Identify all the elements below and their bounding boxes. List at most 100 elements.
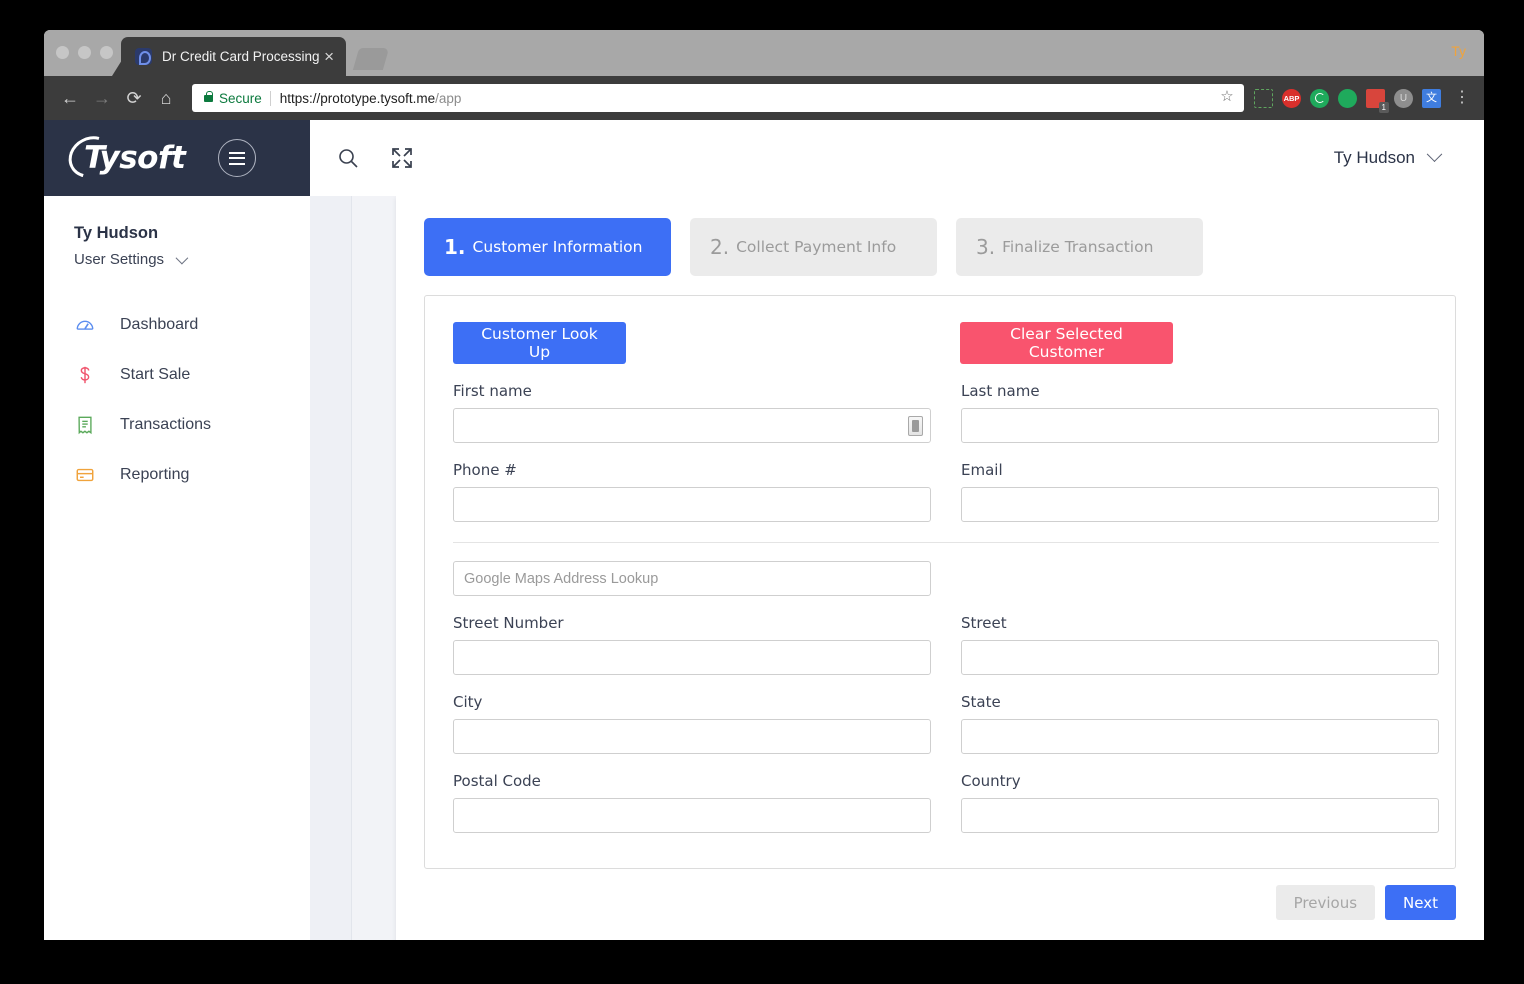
email-input[interactable]: [961, 487, 1439, 522]
sidebar-item-label: Reporting: [120, 466, 190, 483]
browser-tab[interactable]: Dr Credit Card Processing ×: [121, 37, 346, 76]
reload-button[interactable]: ⟳: [118, 82, 150, 114]
close-window-button[interactable]: [56, 46, 69, 59]
ublock-icon[interactable]: [1394, 88, 1413, 108]
postal-code-input[interactable]: [453, 798, 931, 833]
new-tab-button[interactable]: [352, 48, 390, 70]
autofill-contact-icon[interactable]: [908, 416, 923, 436]
tab-collect-payment-info[interactable]: 2. Collect Payment Info: [690, 218, 937, 276]
minimize-window-button[interactable]: [78, 46, 91, 59]
state-input[interactable]: [961, 719, 1439, 754]
header-actions: [336, 146, 414, 170]
close-tab-icon[interactable]: ×: [320, 48, 338, 65]
window-traffic-lights[interactable]: [56, 46, 113, 59]
user-settings-toggle[interactable]: User Settings: [74, 251, 310, 268]
credit-card-icon: [74, 464, 96, 486]
omnibox-divider: [269, 90, 271, 106]
form-action-buttons: Customer Look Up Clear Selected Customer: [453, 322, 1427, 364]
adblock-plus-icon[interactable]: ABP: [1282, 88, 1301, 108]
city-label: City: [453, 693, 483, 711]
field-city: City: [453, 693, 931, 754]
step-number: 2.: [710, 235, 730, 259]
last-name-input[interactable]: [961, 408, 1439, 443]
first-name-input[interactable]: [453, 408, 931, 443]
tab-finalize-transaction[interactable]: 3. Finalize Transaction: [956, 218, 1203, 276]
step-number: 1.: [444, 235, 466, 259]
sidebar-item-reporting[interactable]: Reporting: [44, 450, 310, 500]
expand-icon[interactable]: [390, 146, 414, 170]
next-button[interactable]: Next: [1385, 885, 1456, 920]
previous-button[interactable]: Previous: [1275, 885, 1376, 920]
step-label: Finalize Transaction: [1002, 238, 1154, 256]
ghostery-icon[interactable]: [1310, 88, 1329, 108]
extension-badge-count: 1: [1378, 101, 1389, 113]
red-extension-icon[interactable]: 1: [1366, 88, 1389, 113]
state-label: State: [961, 693, 1001, 711]
maximize-window-button[interactable]: [100, 46, 113, 59]
cast-icon[interactable]: [1254, 88, 1273, 108]
forward-button[interactable]: →: [86, 82, 118, 114]
address-bar[interactable]: Secure https://prototype.tysoft.me /app …: [192, 84, 1244, 112]
google-translate-icon[interactable]: [1422, 88, 1441, 108]
search-icon[interactable]: [336, 146, 360, 170]
grid-spacer: [961, 561, 1439, 596]
user-menu-label: Ty Hudson: [1333, 148, 1415, 167]
field-country: Country: [961, 772, 1439, 833]
last-name-label: Last name: [961, 382, 1040, 400]
postal-code-label: Postal Code: [453, 772, 541, 790]
sidebar-item-label: Start Sale: [120, 366, 191, 383]
field-maps-lookup: Google Maps Address Lookup: [453, 561, 931, 596]
grid-spacer: [931, 614, 961, 675]
customer-lookup-button[interactable]: Customer Look Up: [453, 322, 626, 364]
brand-area: Tysoft: [44, 120, 310, 196]
sidebar-item-transactions[interactable]: Transactions: [44, 400, 310, 450]
row-spacer: [453, 596, 1439, 614]
street-input[interactable]: [961, 640, 1439, 675]
sidebar-item-dashboard[interactable]: Dashboard: [44, 300, 310, 350]
street-number-label: Street Number: [453, 614, 564, 632]
chevron-down-icon: [1426, 145, 1443, 162]
home-button[interactable]: ⌂: [150, 82, 182, 114]
field-street: Street: [961, 614, 1439, 675]
chevron-down-icon: [175, 251, 189, 265]
browser-menu-icon[interactable]: ⋮: [1450, 90, 1474, 106]
user-settings-label: User Settings: [74, 251, 165, 268]
sidebar-item-start-sale[interactable]: Start Sale: [44, 350, 310, 400]
clear-selected-customer-button[interactable]: Clear Selected Customer: [960, 322, 1173, 364]
field-first-name: First name: [453, 382, 931, 443]
tysoft-logo[interactable]: Tysoft: [61, 128, 200, 186]
country-input[interactable]: [961, 798, 1439, 833]
window-user-label: Ty: [1451, 43, 1466, 59]
field-last-name: Last name: [961, 382, 1439, 443]
sidebar-user-name: Ty Hudson: [74, 224, 159, 242]
phone-input[interactable]: [453, 487, 931, 522]
form-field-grid: First name Last name Phone # Email Googl…: [453, 382, 1439, 833]
row-spacer: [453, 675, 1439, 693]
field-phone: Phone #: [453, 461, 931, 522]
street-number-input[interactable]: [453, 640, 931, 675]
sidebar-user-block: Ty Hudson User Settings: [44, 224, 310, 268]
pin-icon[interactable]: [1338, 88, 1357, 108]
browser-toolbar: ← → ⟳ ⌂ Secure https://prototype.tysoft.…: [44, 76, 1484, 120]
country-label: Country: [961, 772, 1021, 790]
user-menu[interactable]: Ty Hudson: [1333, 145, 1443, 168]
app-favicon-icon: [135, 48, 152, 65]
sidebar-item-label: Dashboard: [120, 316, 199, 333]
back-button[interactable]: ←: [54, 82, 86, 114]
row-spacer: [453, 443, 1439, 461]
email-label: Email: [961, 461, 1003, 479]
street-label: Street: [961, 614, 1007, 632]
logo-text: Tysoft: [84, 140, 186, 176]
menu-icon[interactable]: [218, 139, 256, 177]
main-content: 1. Customer Information 2. Collect Payme…: [352, 196, 1484, 940]
field-postal-code: Postal Code: [453, 772, 931, 833]
extension-toolbar: ABP 1 ⋮: [1250, 88, 1474, 113]
google-maps-address-lookup-input[interactable]: Google Maps Address Lookup: [453, 561, 931, 596]
grid-spacer: [931, 561, 961, 596]
tab-customer-information[interactable]: 1. Customer Information: [424, 218, 671, 276]
browser-tab-strip: Dr Credit Card Processing × Ty: [44, 30, 1484, 76]
bookmark-star-icon[interactable]: ☆: [1219, 89, 1235, 105]
city-input[interactable]: [453, 719, 931, 754]
sidebar-nav: Dashboard Start Sale Transactions Report…: [44, 300, 310, 500]
first-name-label: First name: [453, 382, 532, 400]
